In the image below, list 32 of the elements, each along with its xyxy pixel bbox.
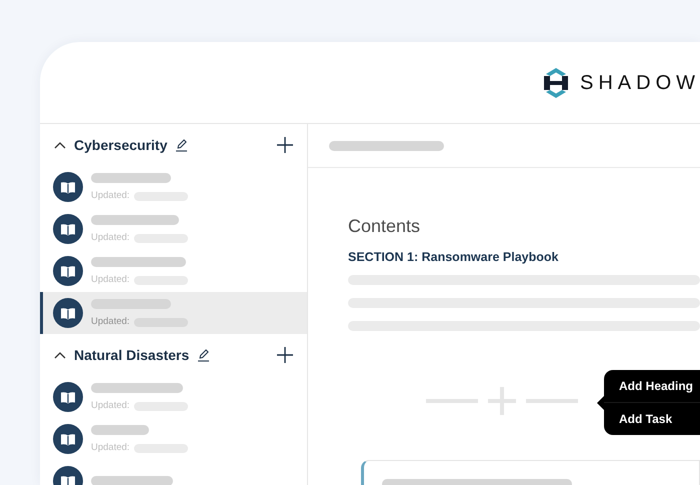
chevron-icon[interactable] — [54, 141, 66, 149]
updated-label: Updated: — [91, 401, 130, 411]
section-title: SECTION 1: Ransomware Playbook — [348, 248, 560, 266]
book-icon — [53, 172, 83, 202]
book-icon — [53, 424, 83, 454]
edit-icon[interactable] — [197, 348, 210, 362]
updated-label: Updated: — [91, 233, 130, 243]
group-title: Natural Disasters — [74, 346, 190, 364]
book-icon — [53, 256, 83, 286]
playbook-item[interactable]: Updated: — [40, 292, 307, 334]
logo-text: SHADOW — [580, 72, 700, 92]
contents-heading: Contents — [348, 216, 422, 238]
updated-label: Updated: — [91, 317, 130, 327]
updated-label: Updated: — [91, 443, 130, 453]
playbook-item[interactable]: Updated: — [40, 166, 307, 208]
edit-icon[interactable] — [175, 138, 188, 152]
menu-item[interactable]: Add Task — [604, 402, 700, 435]
updated-label: Updated: — [91, 275, 130, 285]
playbook-item[interactable]: Updated: — [40, 250, 307, 292]
placeholder-bar — [91, 425, 149, 436]
playbook-item[interactable]: Updated: — [40, 418, 307, 460]
book-icon — [53, 214, 83, 244]
book-icon — [53, 298, 83, 328]
group-title: Cybersecurity — [74, 136, 168, 155]
playbook-item[interactable]: Updated: — [40, 208, 307, 250]
playbook-item[interactable]: Updated: — [40, 376, 307, 418]
add-icon[interactable] — [277, 347, 293, 363]
menu-item[interactable]: Add Heading — [604, 370, 700, 402]
chevron-icon[interactable] — [54, 351, 66, 359]
book-icon — [53, 382, 83, 412]
add-icon[interactable] — [277, 137, 293, 153]
updated-label: Updated: — [91, 191, 130, 201]
